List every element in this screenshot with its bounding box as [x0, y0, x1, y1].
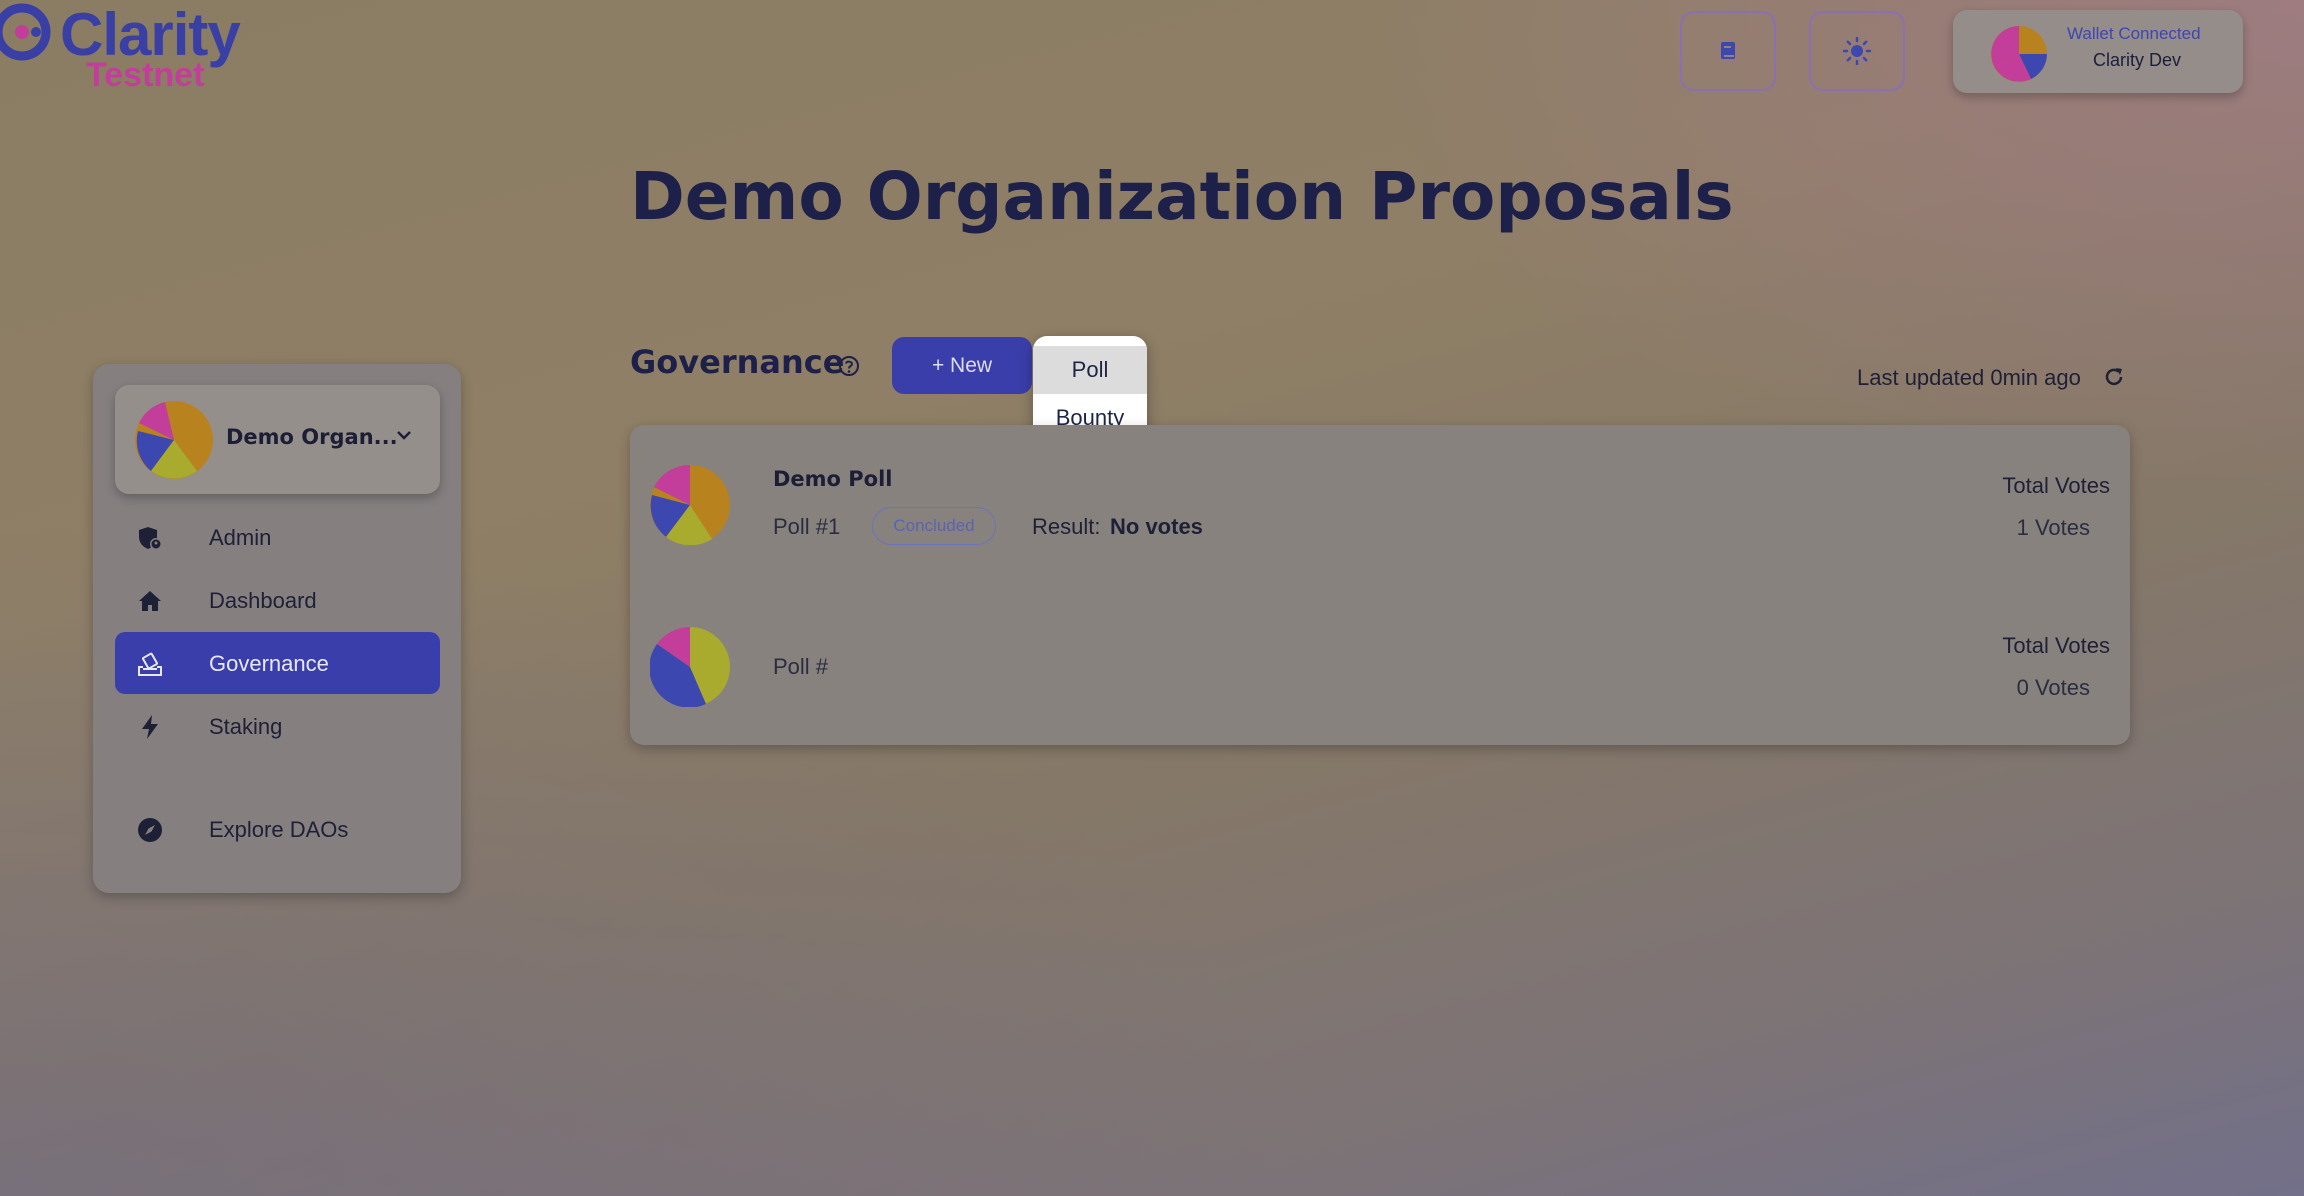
- sidebar-item-label: Governance: [209, 651, 329, 676]
- sidebar-item-staking[interactable]: Staking: [115, 695, 440, 757]
- wallet-button[interactable]: Wallet Connected Clarity Dev: [1953, 10, 2243, 93]
- sidebar-item-explore-daos[interactable]: Explore DAOs: [115, 798, 440, 860]
- wallet-status: Wallet Connected: [2067, 24, 2201, 43]
- help-icon[interactable]: [838, 355, 860, 377]
- chevron-down-icon: [397, 431, 411, 440]
- proposal-number: Poll #1: [773, 514, 841, 539]
- section-title: Governance: [630, 343, 845, 381]
- refresh-icon[interactable]: [2102, 365, 2126, 389]
- total-votes-label: Total Votes: [2002, 473, 2110, 498]
- proposal-avatar: [650, 465, 730, 545]
- sun-icon: [1843, 37, 1871, 65]
- sidebar-item-admin[interactable]: Admin: [115, 506, 440, 568]
- theme-toggle-button[interactable]: [1809, 11, 1905, 91]
- sidebar-item-label: Staking: [209, 714, 283, 739]
- sidebar-item-label: Admin: [209, 525, 272, 550]
- proposal-number: Poll #: [773, 654, 829, 679]
- compass-icon: [138, 818, 162, 842]
- home-icon: [139, 591, 161, 611]
- wallet-name: Clarity Dev: [2093, 50, 2182, 70]
- proposal-avatar: [650, 627, 730, 707]
- proposals-list: Demo Poll Poll #1 Concluded Result: No v…: [630, 425, 2130, 745]
- votes-count: 1 Votes: [2016, 515, 2090, 540]
- status-badge: Concluded: [872, 507, 996, 545]
- shield-user-icon: [139, 527, 162, 550]
- docs-button[interactable]: [1680, 11, 1776, 91]
- menu-item-poll[interactable]: Poll: [1033, 346, 1147, 394]
- proposal-title: Demo Poll: [773, 467, 893, 491]
- result-label: Result:: [1032, 514, 1101, 539]
- org-name: Demo Organ...: [226, 425, 398, 449]
- last-updated-text: Last updated 0min ago: [1857, 365, 2081, 390]
- clarity-logo[interactable]: Clarity Testnet: [0, 0, 260, 100]
- votes-count: 0 Votes: [2016, 675, 2090, 700]
- proposal-row[interactable]: Demo Poll Poll #1 Concluded Result: No v…: [630, 425, 2130, 585]
- clarity-logo-mark-icon: [0, 3, 51, 61]
- wallet-avatar: [1991, 26, 2047, 82]
- ballot-icon: [138, 652, 162, 676]
- sidebar-item-label: Explore DAOs: [209, 817, 349, 842]
- proposal-row[interactable]: Poll # Total Votes 0 Votes: [630, 585, 2130, 745]
- page-title: Demo Organization Proposals: [630, 158, 1734, 235]
- new-proposal-button[interactable]: + New: [892, 337, 1032, 394]
- brand-network: Testnet: [86, 56, 205, 94]
- org-avatar: [135, 401, 213, 479]
- total-votes-label: Total Votes: [2002, 633, 2110, 658]
- org-selector[interactable]: Demo Organ...: [115, 385, 440, 494]
- result-value: No votes: [1110, 514, 1203, 539]
- sidebar-item-governance[interactable]: Governance: [115, 632, 440, 694]
- book-icon: [1721, 42, 1735, 59]
- sidebar-item-label: Dashboard: [209, 588, 317, 613]
- sidebar-item-dashboard[interactable]: Dashboard: [115, 569, 440, 631]
- bolt-icon: [142, 715, 158, 739]
